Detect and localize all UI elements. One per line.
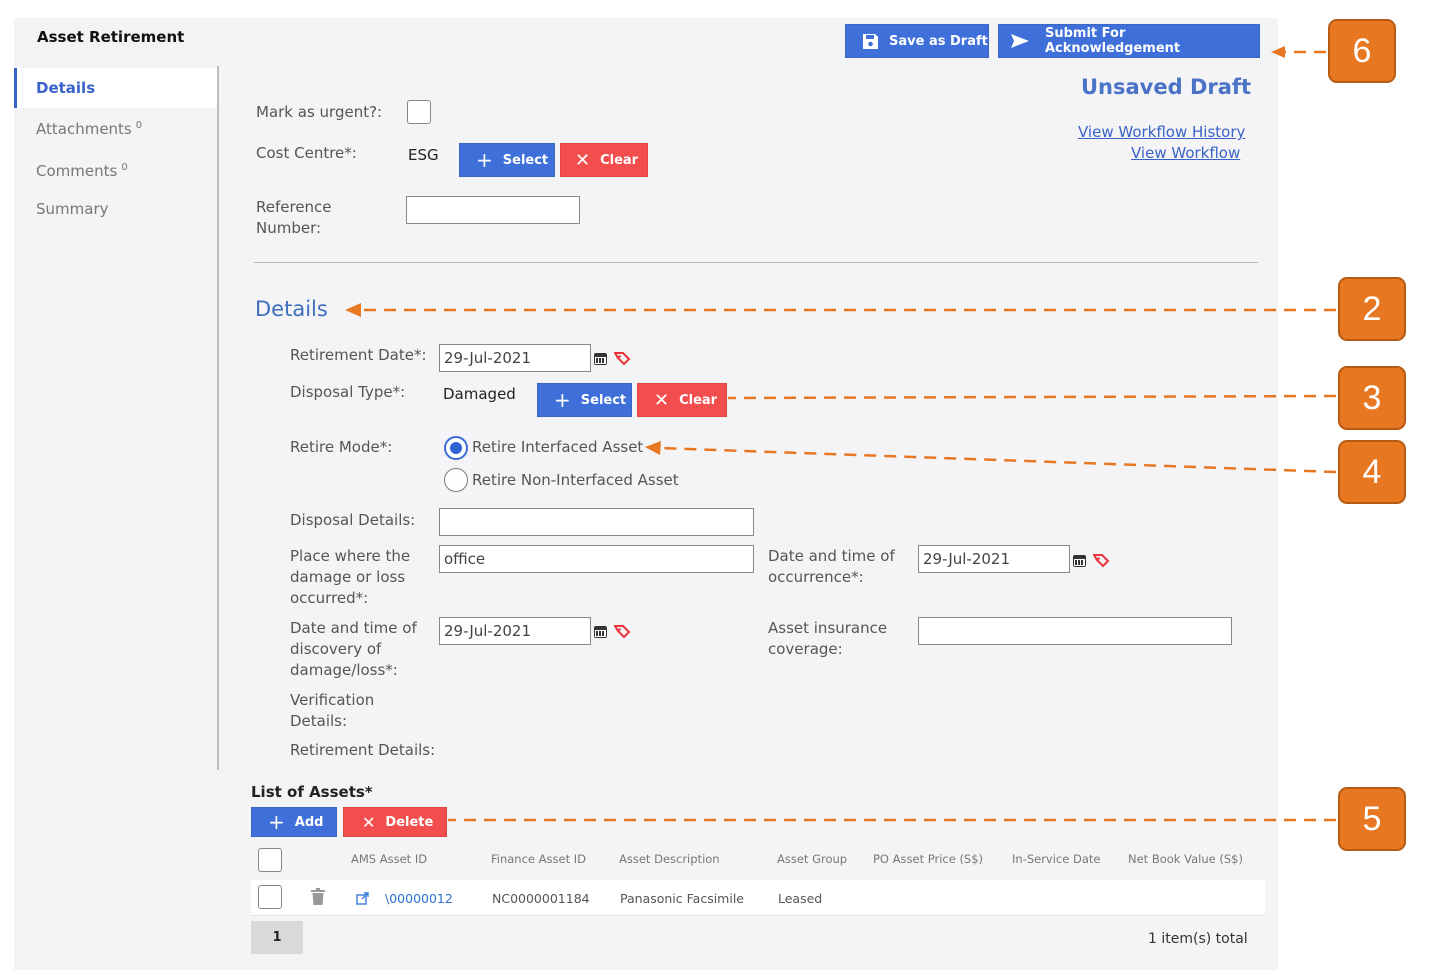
callout-4: 4 [1338,440,1406,504]
callout-2: 2 [1338,277,1406,341]
callout-arrows [345,46,1337,822]
callout-6: 6 [1328,19,1396,83]
callout-3: 3 [1338,366,1406,430]
callout-5: 5 [1338,787,1406,851]
